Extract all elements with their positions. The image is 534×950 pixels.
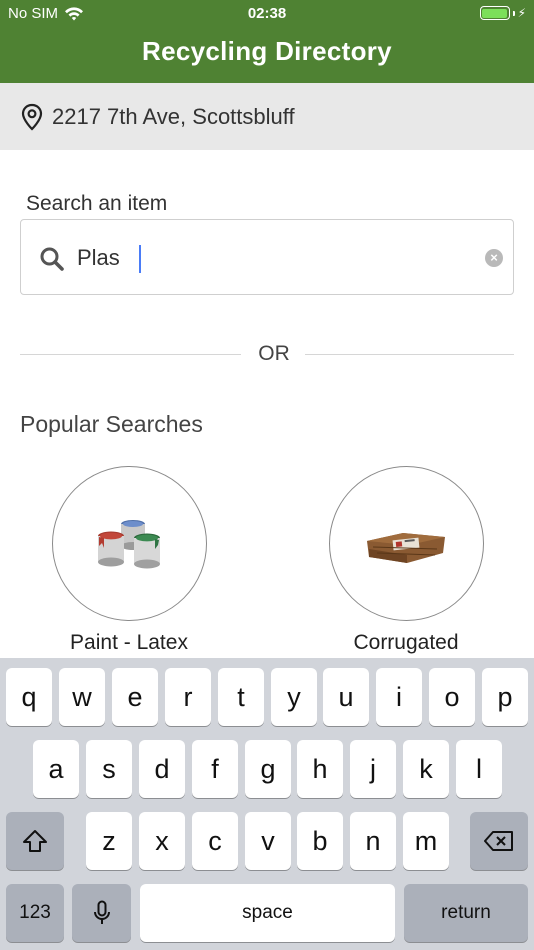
key-p[interactable]: p <box>482 668 528 726</box>
search-box[interactable]: × <box>20 219 514 295</box>
popular-item-circle[interactable] <box>51 466 207 621</box>
return-key[interactable]: return <box>404 884 528 942</box>
key-s[interactable]: s <box>86 740 132 798</box>
text-caret <box>139 245 141 273</box>
battery-icon: ⚡ <box>479 6 526 20</box>
microphone-icon <box>93 900 110 924</box>
clear-search-icon[interactable]: × <box>485 249 503 267</box>
cardboard-boxes-icon <box>367 532 445 563</box>
location-address: 2217 7th Ave, Scottsbluff <box>52 103 295 129</box>
key-f[interactable]: f <box>192 740 238 798</box>
search-input[interactable] <box>77 242 477 274</box>
location-pin-icon <box>21 103 43 131</box>
location-bar[interactable]: 2217 7th Ave, Scottsbluff <box>0 83 534 150</box>
key-v[interactable]: v <box>245 812 291 870</box>
backspace-icon <box>484 831 513 851</box>
backspace-key[interactable] <box>470 812 528 870</box>
keyboard: q w e r t y u i o p a s d f g h j k l z … <box>0 658 534 950</box>
key-e[interactable]: e <box>112 668 158 726</box>
popular-item-label: Corrugated <box>353 631 459 654</box>
space-key[interactable]: space <box>140 884 395 942</box>
shift-icon <box>23 830 47 852</box>
app-header: No SIM 02:38 ⚡ Recycling Directory <box>0 0 534 83</box>
key-t[interactable]: t <box>218 668 264 726</box>
key-c[interactable]: c <box>192 812 238 870</box>
popular-item-label: Paint - Latex <box>70 631 188 654</box>
key-h[interactable]: h <box>297 740 343 798</box>
page-title: Recycling Directory <box>142 36 392 66</box>
key-q[interactable]: q <box>6 668 52 726</box>
key-m[interactable]: m <box>403 812 449 870</box>
numbers-key[interactable]: 123 <box>6 884 64 942</box>
key-i[interactable]: i <box>376 668 422 726</box>
key-r[interactable]: r <box>165 668 211 726</box>
key-u[interactable]: u <box>323 668 369 726</box>
divider-line-right <box>305 354 514 355</box>
key-l[interactable]: l <box>456 740 502 798</box>
dictation-key[interactable] <box>72 884 131 942</box>
or-divider: OR <box>20 340 514 370</box>
key-o[interactable]: o <box>429 668 475 726</box>
key-y[interactable]: y <box>271 668 317 726</box>
status-bar: No SIM 02:38 ⚡ <box>0 0 534 28</box>
key-a[interactable]: a <box>33 740 79 798</box>
key-n[interactable]: n <box>350 812 396 870</box>
key-k[interactable]: k <box>403 740 449 798</box>
key-d[interactable]: d <box>139 740 185 798</box>
shift-key[interactable] <box>6 812 64 870</box>
search-icon <box>40 247 64 271</box>
divider-text: OR <box>258 342 290 365</box>
charging-bolt-icon: ⚡ <box>517 6 526 20</box>
key-x[interactable]: x <box>139 812 185 870</box>
key-b[interactable]: b <box>297 812 343 870</box>
popular-item-corrugated[interactable]: Corrugated <box>306 466 506 655</box>
popular-item-circle[interactable] <box>328 466 484 621</box>
status-time: 02:38 <box>247 5 287 22</box>
paint-cans-icon <box>98 519 160 568</box>
popular-searches-heading: Popular Searches <box>20 411 203 437</box>
key-z[interactable]: z <box>86 812 132 870</box>
divider-line-left <box>20 354 241 355</box>
key-g[interactable]: g <box>245 740 291 798</box>
key-j[interactable]: j <box>350 740 396 798</box>
popular-item-paint-latex[interactable]: Paint - Latex <box>29 466 229 655</box>
search-label: Search an item <box>26 192 168 215</box>
key-w[interactable]: w <box>59 668 105 726</box>
